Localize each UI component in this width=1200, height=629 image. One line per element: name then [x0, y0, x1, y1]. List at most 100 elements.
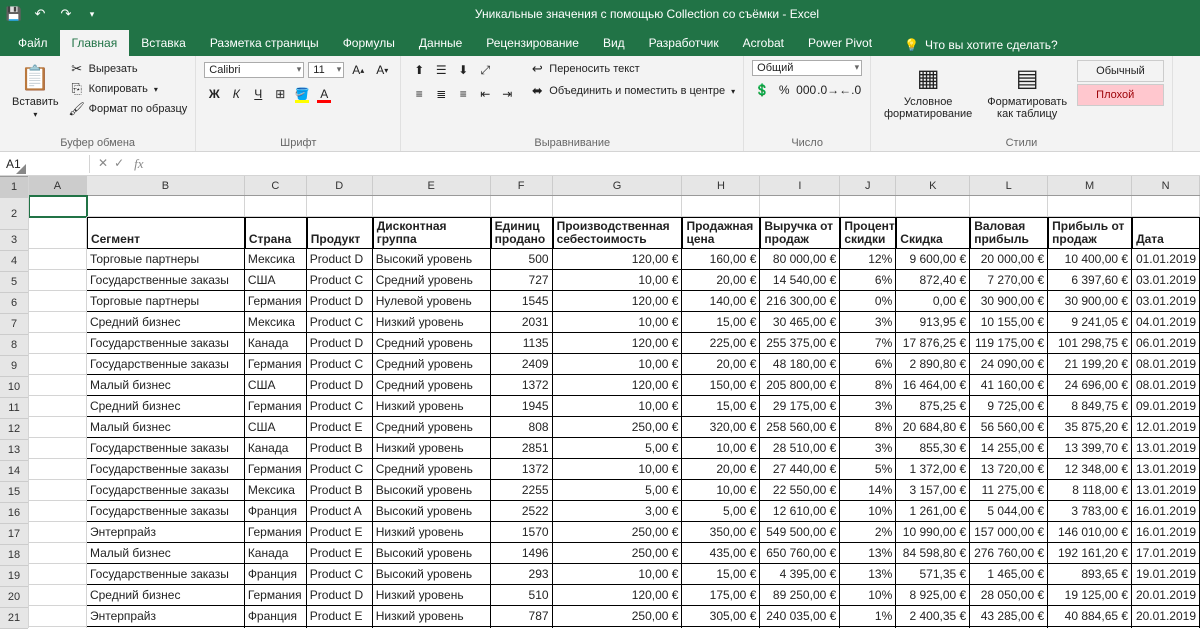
- cell[interactable]: 04.01.2019: [1132, 312, 1200, 333]
- cell[interactable]: 205 800,00 €: [760, 375, 840, 396]
- cell[interactable]: [29, 249, 87, 270]
- cell[interactable]: Средний бизнес: [87, 585, 245, 606]
- cell[interactable]: 1372: [491, 459, 553, 480]
- cell[interactable]: Германия: [245, 291, 307, 312]
- cell[interactable]: Канада: [245, 438, 307, 459]
- cell[interactable]: 258 560,00 €: [760, 417, 840, 438]
- cell[interactable]: [29, 270, 87, 291]
- cell[interactable]: Торговые партнеры: [87, 291, 245, 312]
- cell[interactable]: 250,00 €: [553, 417, 683, 438]
- cell[interactable]: Франция: [245, 606, 307, 627]
- cell[interactable]: 30 900,00 €: [1048, 291, 1132, 312]
- cell[interactable]: Высокий уровень: [373, 564, 491, 585]
- col-header-M[interactable]: M: [1048, 176, 1132, 195]
- cell[interactable]: [896, 196, 970, 217]
- cell[interactable]: 20.01.2019: [1132, 606, 1200, 627]
- tab-файл[interactable]: Файл: [6, 30, 60, 56]
- cell[interactable]: Германия: [245, 354, 307, 375]
- cell[interactable]: Низкий уровень: [373, 522, 491, 543]
- cell[interactable]: [29, 606, 87, 627]
- cell[interactable]: 80 000,00 €: [760, 249, 840, 270]
- cell[interactable]: 120,00 €: [553, 291, 683, 312]
- cell[interactable]: 12 610,00 €: [760, 501, 840, 522]
- cell[interactable]: 5,00 €: [553, 480, 683, 501]
- tab-разметка страницы[interactable]: Разметка страницы: [198, 30, 331, 56]
- cell[interactable]: Валовая прибыль: [970, 217, 1048, 249]
- cell[interactable]: [29, 396, 87, 417]
- cell[interactable]: 10 990,00 €: [896, 522, 970, 543]
- style-normal[interactable]: Обычный: [1077, 60, 1164, 82]
- font-size-combo[interactable]: 11: [308, 62, 344, 78]
- cell[interactable]: 727: [491, 270, 553, 291]
- cell[interactable]: Product D: [307, 249, 373, 270]
- undo-icon[interactable]: ↶: [32, 6, 48, 22]
- cell[interactable]: 20,00 €: [682, 459, 760, 480]
- cell[interactable]: Мексика: [245, 249, 307, 270]
- cell[interactable]: 14 540,00 €: [760, 270, 840, 291]
- row-header[interactable]: 2: [0, 198, 28, 230]
- cell[interactable]: 84 598,80 €: [896, 543, 970, 564]
- col-header-N[interactable]: N: [1132, 176, 1200, 195]
- cell[interactable]: 10,00 €: [553, 459, 683, 480]
- cell[interactable]: 8 118,00 €: [1048, 480, 1132, 501]
- cell[interactable]: 06.01.2019: [1132, 333, 1200, 354]
- cell[interactable]: Низкий уровень: [373, 396, 491, 417]
- tab-данные[interactable]: Данные: [407, 30, 474, 56]
- shrink-font-button[interactable]: A▾: [372, 60, 392, 80]
- cells-area[interactable]: СегментСтранаПродуктДисконтная группаЕди…: [29, 196, 1200, 628]
- cell[interactable]: 3%: [840, 396, 896, 417]
- col-header-B[interactable]: B: [87, 176, 245, 195]
- row-header[interactable]: 18: [0, 545, 28, 566]
- cell[interactable]: 10 155,00 €: [970, 312, 1048, 333]
- cell[interactable]: 2255: [491, 480, 553, 501]
- cell[interactable]: 1372: [491, 375, 553, 396]
- cell[interactable]: 240 035,00 €: [760, 606, 840, 627]
- cell[interactable]: 48 180,00 €: [760, 354, 840, 375]
- cell[interactable]: Product A: [307, 501, 373, 522]
- cell[interactable]: США: [245, 375, 307, 396]
- copy-button[interactable]: ⎘Копировать▾: [69, 80, 188, 98]
- cell[interactable]: Product B: [307, 480, 373, 501]
- cell[interactable]: 120,00 €: [553, 375, 683, 396]
- cell[interactable]: 6%: [840, 270, 896, 291]
- cell[interactable]: 7%: [840, 333, 896, 354]
- cell[interactable]: 119 175,00 €: [970, 333, 1048, 354]
- cell[interactable]: 9 241,05 €: [1048, 312, 1132, 333]
- cell[interactable]: 875,25 €: [896, 396, 970, 417]
- col-header-I[interactable]: I: [760, 176, 840, 195]
- cell[interactable]: Германия: [245, 459, 307, 480]
- cell[interactable]: Малый бизнес: [87, 375, 245, 396]
- cell[interactable]: 120,00 €: [553, 585, 683, 606]
- cell[interactable]: 2 400,35 €: [896, 606, 970, 627]
- tab-разработчик[interactable]: Разработчик: [637, 30, 731, 56]
- cell[interactable]: 5,00 €: [682, 501, 760, 522]
- cell[interactable]: 29 175,00 €: [760, 396, 840, 417]
- align-middle-button[interactable]: ☰: [431, 60, 451, 80]
- cell[interactable]: Средний бизнес: [87, 312, 245, 333]
- tab-главная[interactable]: Главная: [60, 30, 130, 56]
- font-color-button[interactable]: A: [314, 84, 334, 104]
- cell[interactable]: [29, 459, 87, 480]
- cell[interactable]: Product E: [307, 606, 373, 627]
- cell[interactable]: 20 684,80 €: [896, 417, 970, 438]
- cell[interactable]: 500: [491, 249, 553, 270]
- cell[interactable]: 16.01.2019: [1132, 522, 1200, 543]
- cell[interactable]: Германия: [245, 396, 307, 417]
- tab-вид[interactable]: Вид: [591, 30, 637, 56]
- cell[interactable]: 2 890,80 €: [896, 354, 970, 375]
- align-right-button[interactable]: ≡: [453, 84, 473, 104]
- cell[interactable]: 15,00 €: [682, 396, 760, 417]
- cell[interactable]: 320,00 €: [682, 417, 760, 438]
- cell[interactable]: 12.01.2019: [1132, 417, 1200, 438]
- cell[interactable]: Канада: [245, 333, 307, 354]
- cell[interactable]: 1496: [491, 543, 553, 564]
- row-header[interactable]: 4: [0, 251, 28, 272]
- cell[interactable]: 2%: [840, 522, 896, 543]
- cell[interactable]: Государственные заказы: [87, 354, 245, 375]
- row-header[interactable]: 17: [0, 524, 28, 545]
- cell[interactable]: 10,00 €: [553, 312, 683, 333]
- cell[interactable]: [245, 196, 307, 217]
- cell[interactable]: 10,00 €: [553, 564, 683, 585]
- cell[interactable]: 787: [491, 606, 553, 627]
- cell[interactable]: 19 125,00 €: [1048, 585, 1132, 606]
